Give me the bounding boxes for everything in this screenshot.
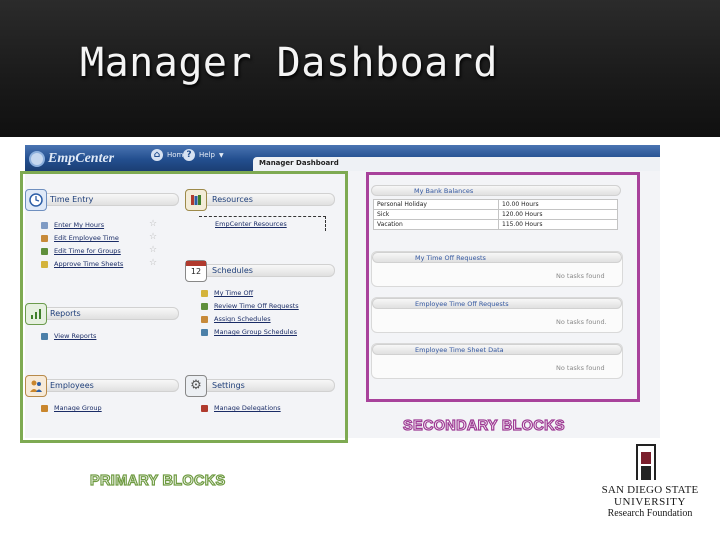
primary-blocks-label: PRIMARY BLOCKS	[89, 472, 226, 489]
empcenter-logo[interactable]: EmpCenter	[29, 148, 125, 169]
help-icon: ?	[183, 149, 195, 161]
nav-help[interactable]: ? Help ▼	[183, 149, 224, 161]
tab-label: Manager Dashboard	[259, 159, 339, 167]
secondary-blocks-frame	[366, 172, 640, 402]
app-nav-bar: EmpCenter ⌂ Home ? Help ▼ Manager Dashbo…	[25, 145, 660, 171]
home-icon: ⌂	[151, 149, 163, 161]
sdsu-line-3: Research Foundation	[607, 508, 693, 519]
tab-manager-dashboard[interactable]: Manager Dashboard	[253, 157, 660, 171]
sdsu-tower-icon	[636, 444, 656, 480]
sdsu-research-foundation-logo: SAN DIEGO STATE UNIVERSITY Research Foun…	[598, 442, 702, 522]
secondary-blocks-label: SECONDARY BLOCKS	[402, 417, 565, 434]
logo-text: EmpCenter	[48, 150, 115, 166]
sdsu-line-2: UNIVERSITY	[614, 496, 686, 508]
nav-help-label: Help	[199, 151, 215, 159]
chevron-down-icon: ▼	[218, 151, 224, 159]
slide-title: Manager Dashboard	[80, 40, 498, 86]
sdsu-line-1: SAN DIEGO STATE	[601, 484, 699, 496]
slide-header: Manager Dashboard	[0, 0, 720, 137]
primary-blocks-frame	[20, 171, 348, 443]
logo-mark-icon	[29, 150, 45, 167]
